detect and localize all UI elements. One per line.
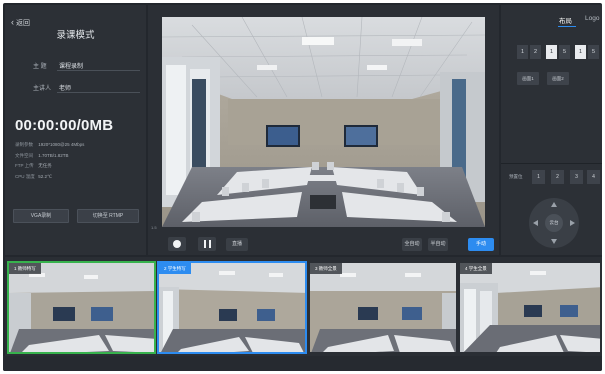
layout-control-panel: 布局 Logo 1 2 1 5 1 5 画面1 画面2 预置位 1 2 3 4 … (501, 5, 602, 255)
preset-button[interactable]: 4 (587, 170, 600, 184)
pause-icon (204, 240, 211, 248)
camera-label: 4 学生全景 (460, 263, 492, 274)
tab-layout[interactable]: 布局 (559, 15, 572, 25)
preset-button[interactable]: 3 (570, 170, 583, 184)
preset-label: 预置位 (509, 174, 523, 179)
ptz-joystick[interactable]: 云台 (529, 198, 579, 248)
footer-bar (3, 356, 602, 371)
camera-thumb-3[interactable]: 3 教师全景 (308, 261, 458, 354)
auto-mode-button[interactable]: 全自动 (402, 238, 422, 251)
switch-rtmp-button[interactable]: 切换至 RTMP (77, 209, 139, 223)
camera-label: 2 学生特写 (159, 263, 191, 274)
layout-screen2-button[interactable]: 画面2 (547, 72, 569, 85)
subject-label: 主 题 (33, 64, 47, 70)
tab-logo[interactable]: Logo (585, 15, 599, 22)
record-button[interactable] (168, 237, 186, 251)
camera-strip: 1 教师特写 2 学生特写 3 教师全景 4 学生全景 (5, 257, 602, 357)
preview-corner-label: 1.5 (151, 225, 157, 230)
speaker-underline (57, 92, 140, 93)
layout-option[interactable]: 5 (588, 45, 599, 59)
subject-underline (57, 70, 140, 71)
recording-info-panel: ‹ 返回 录课模式 主 题 课程录制 主讲人 老师 00:00:00/0MB 录制… (5, 5, 146, 255)
speaker-value: 老师 (59, 86, 72, 92)
recording-console: ‹ 返回 录课模式 主 题 课程录制 主讲人 老师 00:00:00/0MB 录制… (3, 3, 602, 371)
layout-screen1-button[interactable]: 画面1 (517, 72, 539, 85)
classroom-scene (162, 17, 485, 227)
arrow-down-icon (551, 239, 557, 244)
layout-option[interactable]: 1 (575, 45, 586, 59)
camera-thumb-2[interactable]: 2 学生特写 (157, 261, 307, 354)
panel-divider (501, 163, 602, 164)
mode-title: 录课模式 (56, 30, 95, 41)
speaker-label: 主讲人 (33, 86, 52, 92)
preset-button[interactable]: 2 (551, 170, 564, 184)
recording-timer: 00:00:00/0MB (15, 117, 114, 134)
camera-3-scene (310, 263, 456, 352)
active-tab-underline (558, 26, 576, 27)
layout-option[interactable]: 5 (559, 45, 570, 59)
stat-row: FTP 上传 无任务 (15, 163, 52, 168)
arrow-right-icon (570, 220, 575, 226)
back-label: 返回 (16, 20, 30, 27)
layout-option[interactable]: 1 (517, 45, 528, 59)
right-tabs: 布局 Logo (501, 5, 602, 31)
stat-row: 文件空间 1.70TB/1.82TB (15, 152, 69, 158)
record-icon (173, 240, 181, 248)
subject-value: 课程录制 (59, 64, 84, 70)
pause-button[interactable] (198, 237, 216, 251)
manual-mode-button[interactable]: 手动 (468, 238, 494, 251)
subject-field[interactable]: 主 题 课程录制 (15, 57, 140, 71)
camera-thumb-4[interactable]: 4 学生全景 (458, 261, 602, 354)
semi-auto-mode-button[interactable]: 半自动 (428, 238, 448, 251)
layout-option[interactable]: 2 (530, 45, 541, 59)
stat-row: CPU 温度 52.2℃ (15, 173, 53, 179)
recording-stats: 录制参数 1920*1080@25 4Mbps 文件空间 1.70TB/1.82… (15, 140, 84, 182)
preset-button[interactable]: 1 (532, 170, 545, 184)
main-preview-video[interactable] (162, 17, 485, 227)
stat-row: 录制参数 1920*1080@25 4Mbps (15, 142, 85, 147)
chevron-left-icon: ‹ (11, 17, 14, 27)
camera-4-scene (460, 263, 600, 352)
layout-option[interactable]: 1 (546, 45, 557, 59)
speaker-field[interactable]: 主讲人 老师 (15, 79, 140, 93)
ptz-center-button[interactable]: 云台 (545, 214, 563, 232)
camera-thumb-1[interactable]: 1 教师特写 (7, 261, 156, 354)
main-preview-panel: 1.5 直播 全自动 半自动 手动 (148, 5, 499, 255)
live-button[interactable]: 直播 (226, 238, 248, 251)
vga-record-button[interactable]: VGA录制 (13, 209, 69, 223)
arrow-up-icon (551, 202, 557, 207)
camera-label: 1 教师特写 (9, 263, 41, 274)
camera-label: 3 教师全景 (310, 263, 342, 274)
record-controls: 直播 全自动 半自动 手动 (148, 231, 499, 255)
camera-2-scene (159, 263, 305, 352)
camera-1-scene (9, 263, 154, 352)
arrow-left-icon (533, 220, 538, 226)
